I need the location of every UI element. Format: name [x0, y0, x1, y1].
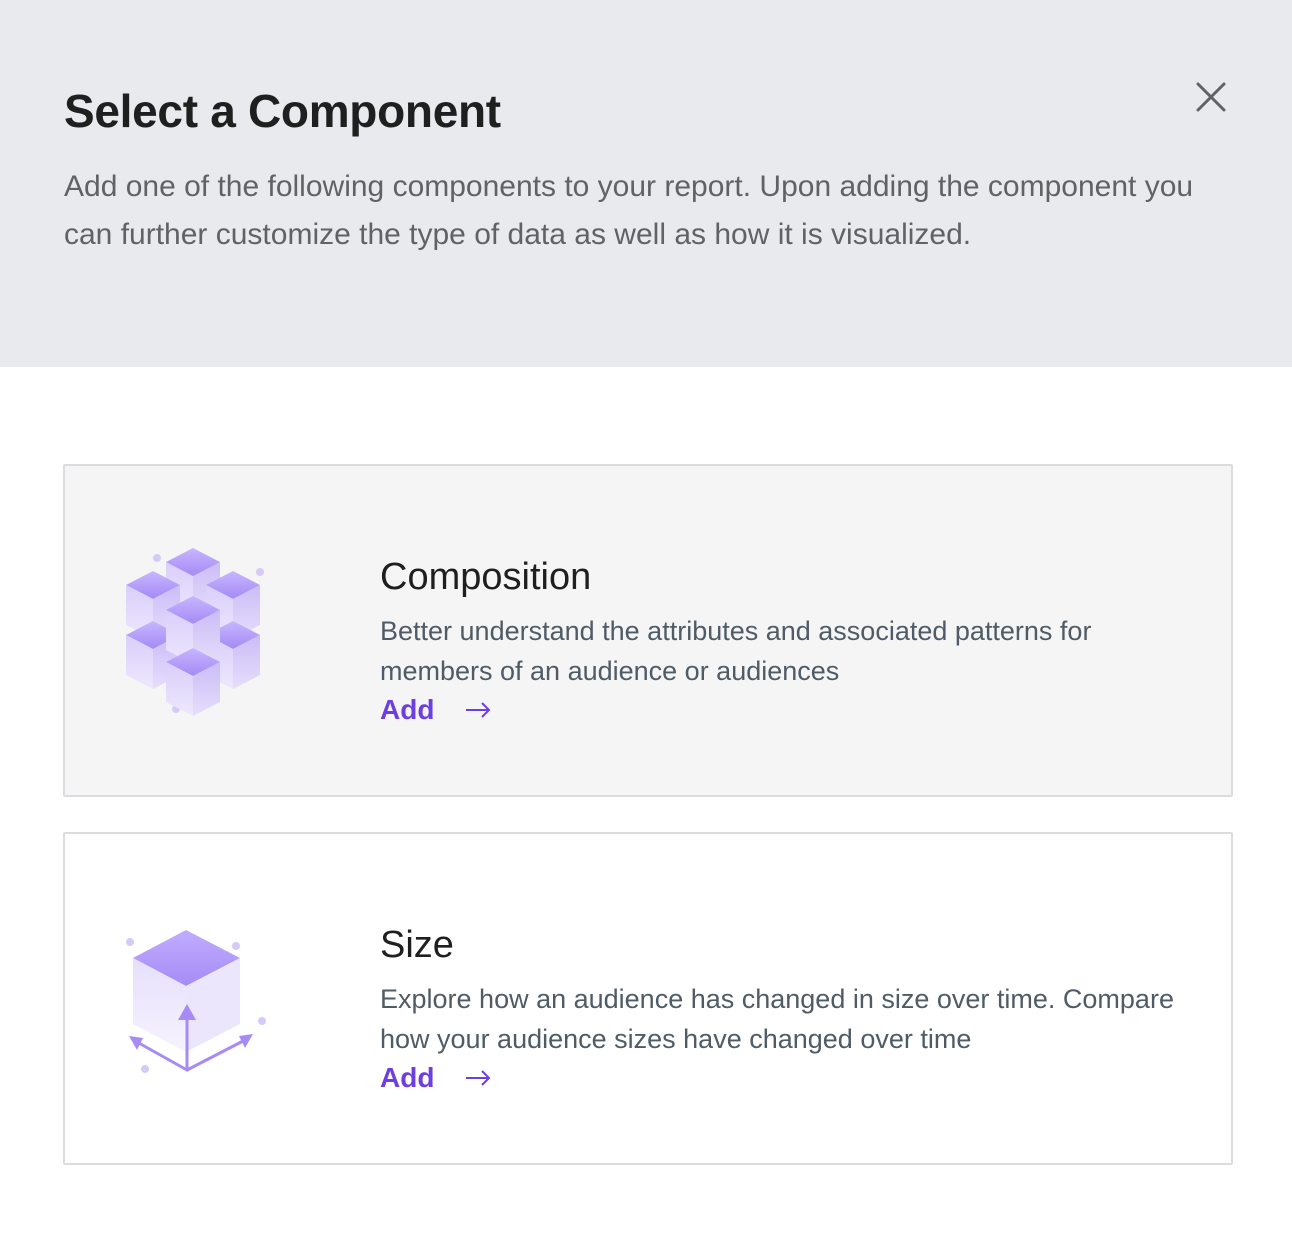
- add-label: Add: [380, 1062, 435, 1093]
- component-card-size[interactable]: Size Explore how an audience has changed…: [63, 832, 1233, 1165]
- component-description: Better understand the attributes and ass…: [380, 616, 1092, 686]
- add-size-button[interactable]: Add: [380, 1062, 492, 1094]
- close-icon: [1196, 82, 1226, 112]
- dialog-title: Select a Component: [64, 85, 501, 137]
- cubes-cluster-icon: [109, 536, 299, 726]
- dialog-description: Add one of the following components to y…: [64, 170, 1194, 251]
- component-title: Size: [380, 924, 454, 966]
- add-label: Add: [380, 694, 435, 725]
- component-description: Explore how an audience has changed in s…: [380, 984, 1174, 1054]
- cube-growth-icon: [109, 904, 299, 1094]
- close-button[interactable]: [1188, 74, 1234, 120]
- component-card-composition[interactable]: Composition Better understand the attrib…: [63, 464, 1233, 797]
- component-title: Composition: [380, 556, 592, 598]
- arrow-right-icon: [466, 1070, 491, 1086]
- add-composition-button[interactable]: Add: [380, 694, 492, 726]
- dialog-header: Select a Component Add one of the follow…: [0, 0, 1292, 367]
- arrow-right-icon: [466, 702, 491, 718]
